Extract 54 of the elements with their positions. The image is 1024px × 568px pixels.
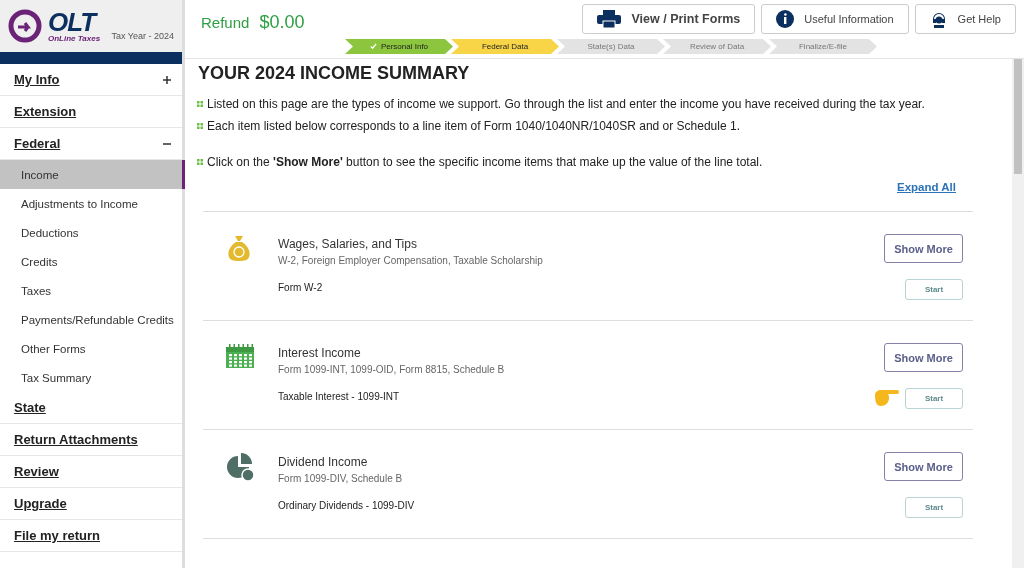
sidebar-section-link[interactable]: Review: [14, 464, 59, 479]
progress-step: Review of Data: [663, 39, 771, 54]
progress-step: Finalize/E-file: [769, 39, 877, 54]
bullet-icon: [197, 101, 203, 107]
instruction-text: Click on the 'Show More' button to see the specific income items that make up the value of the line total.: [207, 155, 763, 169]
printer-icon: [597, 10, 622, 28]
sidebar-section-link[interactable]: Return Attachments: [14, 432, 138, 447]
progress-step: Personal Info: [345, 39, 453, 54]
sidebar-section-link[interactable]: Upgrade: [14, 496, 67, 511]
bullet-icon: [197, 123, 203, 129]
refund-amount: $0.00: [259, 12, 305, 33]
form-line: Form W-2: [278, 282, 324, 293]
category-title: Wages, Salaries, and Tips: [278, 237, 418, 251]
info-button[interactable]: Useful Information: [761, 4, 909, 34]
brand-tagline: OnLine Taxes: [48, 35, 101, 43]
category-forms: W-2, Foreign Employer Compensation, Taxable Scholarship: [278, 255, 544, 266]
form-line: Ordinary Dividends - 1099-DIV: [278, 500, 416, 511]
bullet-icon: [197, 159, 203, 165]
refund-label: Refund: [201, 14, 250, 31]
start-button[interactable]: Start: [905, 388, 963, 409]
form-line: Taxable Interest - 1099-INT: [278, 391, 401, 402]
start-button[interactable]: Start: [905, 497, 963, 518]
sidebar-section-link[interactable]: My Info: [14, 72, 60, 87]
sidebar-section-link[interactable]: Extension: [14, 104, 77, 119]
calendar-icon: [225, 343, 255, 369]
show-more-button[interactable]: Show More: [884, 343, 963, 372]
show-more-button[interactable]: Show More: [884, 234, 963, 263]
sidebar-item[interactable]: Income: [0, 160, 185, 189]
tax-year: Tax Year - 2024: [111, 31, 174, 41]
sidebar-section-link[interactable]: State: [14, 400, 46, 415]
plus-icon[interactable]: [163, 75, 171, 84]
category-forms: Form 1099-INT, 1099-OID, Form 8815, Schedule B: [278, 364, 506, 375]
page-title: YOUR 2024 INCOME SUMMARY: [198, 63, 471, 84]
instruction-text: Listed on this page are the types of income we support. Go through the list and enter the income you have received during the tax year.: [207, 97, 925, 111]
category-title: Dividend Income: [278, 455, 369, 469]
check-icon: [369, 43, 377, 50]
pie-chart-icon: [225, 452, 255, 482]
progress-step: Federal Data: [451, 39, 559, 54]
progress-step: State(s) Data: [557, 39, 665, 54]
expand-all-link[interactable]: Expand All: [897, 181, 956, 193]
brand-name: OLT: [48, 9, 98, 35]
money-bag-icon: [225, 234, 253, 262]
show-more-button[interactable]: Show More: [884, 452, 963, 481]
category-title: Interest Income: [278, 346, 362, 360]
info-icon: [776, 10, 795, 28]
print-forms-button[interactable]: View / Print Forms: [582, 4, 756, 34]
logo-icon: [8, 9, 42, 43]
sidebar-section-link[interactable]: Federal: [14, 136, 61, 151]
category-forms: Form 1099-DIV, Schedule B: [278, 473, 404, 484]
help-button[interactable]: Get Help: [914, 4, 1016, 34]
scrollbar-thumb[interactable]: [1014, 59, 1022, 174]
start-button[interactable]: Start: [905, 279, 963, 300]
sidebar-section-link[interactable]: File my return: [14, 528, 100, 543]
instruction-text: Each item listed below corresponds to a line item of Form 1040/1040NR/1040SR and or Schedule 1.: [207, 119, 740, 133]
